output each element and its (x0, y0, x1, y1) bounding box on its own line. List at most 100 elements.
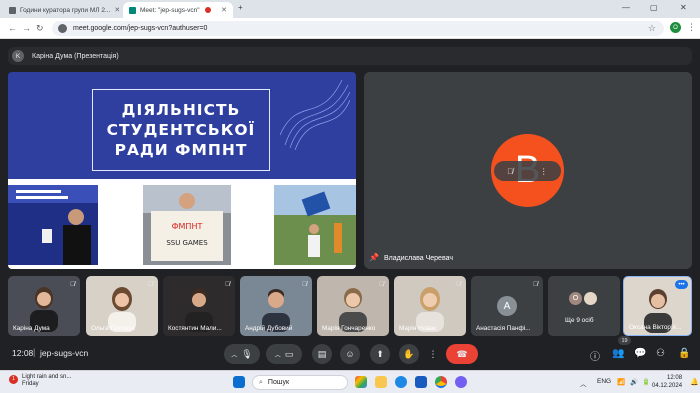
wifi-icon[interactable]: 📶 (617, 378, 625, 386)
search-label: Пошук (267, 379, 290, 386)
tile-hover-controls: 🎙̸ ⋮ (494, 161, 561, 181)
host-controls-icon[interactable]: 🔒 (678, 348, 690, 359)
tab-close-icon[interactable]: ✕ (217, 6, 227, 14)
search-icon: ⌕ (259, 378, 263, 386)
reload-icon[interactable]: ↻ (36, 23, 44, 34)
participant-name: Марія Гончаренко (322, 325, 376, 332)
participant-avatar: А (497, 296, 517, 316)
chat-icon[interactable]: 💬 (634, 348, 646, 359)
mic-off-icon: 🎙̸ (70, 281, 75, 288)
back-icon[interactable]: ← (8, 23, 17, 34)
mic-off-icon: 🎙̸ (148, 281, 153, 288)
browser-menu-icon[interactable]: ⋮ (687, 22, 696, 33)
mic-off-icon: 🎙̸ (379, 281, 384, 288)
tab-meet[interactable]: Meet: "jep-sugs-vcn" ✕ (123, 2, 233, 18)
mic-off-icon[interactable]: 🎙̸ (507, 167, 513, 176)
controls-separator: | (33, 347, 36, 357)
hand-icon: ✋ (403, 348, 415, 359)
slide-photo-flag (274, 185, 356, 265)
tab-title: Години куратора групи МЛ 2... (20, 6, 111, 14)
address-bar-row: ← → ↻ meet.google.com/jep-sugs-vcn?authu… (0, 18, 700, 39)
battery-icon[interactable]: 🔋 (642, 378, 650, 386)
presenter-label: Каріна Дума (Презентація) (32, 52, 119, 60)
presenter-avatar: K (12, 50, 24, 62)
self-view-menu-icon[interactable]: ••• (675, 280, 688, 289)
more-options-button[interactable]: ⋮ (425, 344, 441, 364)
url-text: meet.google.com/jep-sugs-vcn?authuser=0 (73, 25, 208, 32)
more-participants-tile[interactable]: О Ще 9 осіб (548, 276, 620, 336)
new-tab-button[interactable]: + (238, 3, 243, 12)
decorative-lines-icon (280, 80, 350, 150)
slide-photo-strip: ФМПНТ SSU GAMES (8, 179, 356, 269)
bookmark-star-icon[interactable]: ☆ (648, 23, 656, 34)
slide-title-line: ДІЯЛЬНІСТЬ (121, 101, 241, 119)
present-screen-icon: ⬆ (376, 348, 384, 359)
camera-button[interactable]: ︿ ▭ (266, 344, 302, 364)
participant-name: Костянтин Мали... (168, 325, 222, 332)
participant-tile[interactable]: А 🎙̸ Анастасія Панфі... (471, 276, 543, 336)
tray-chevron-icon[interactable]: ︿ (580, 378, 587, 388)
participant-tile[interactable]: 🎙̸ Марія Новак (394, 276, 466, 336)
mic-off-icon: 🎙̸ (533, 281, 538, 288)
raise-hand-button[interactable]: ✋ (399, 344, 419, 364)
chrome-icon[interactable] (435, 376, 447, 388)
meeting-controls: 12:08 | jep-sugs-vcn ︿ 🎙 ︿ ▭ ▤ ☺ ⬆ ✋ ⋮ ☎… (0, 340, 700, 368)
recording-dot-icon (205, 7, 212, 13)
url-field[interactable]: meet.google.com/jep-sugs-vcn?authuser=0 … (52, 21, 664, 36)
taskbar-search[interactable]: ⌕ Пошук (252, 375, 348, 390)
weather-text: Light rain and sn... Friday (10, 374, 71, 388)
language-indicator[interactable]: ENG (597, 378, 611, 385)
self-view-tile[interactable]: ••• Оксана Вікторія... (623, 276, 692, 336)
edge-icon[interactable] (395, 376, 407, 388)
pin-icon[interactable]: 📌 (369, 253, 379, 262)
participant-avatar: О (569, 292, 582, 305)
more-participants-label: Ще 9 осіб (565, 317, 594, 324)
slide-title: ДІЯЛЬНІСТЬ СТУДЕНТСЬКОЇ РАДИ ФМПНТ (92, 89, 270, 171)
captions-button[interactable]: ▤ (312, 344, 332, 364)
participant-tile[interactable]: 🎙̸ Андрій Дубовий (240, 276, 312, 336)
system-clock[interactable]: 12:08 04.12.2024 (652, 374, 682, 390)
present-button[interactable]: ⬆ (370, 344, 390, 364)
tab-kurator[interactable]: Години куратора групи МЛ 2... ✕ (3, 2, 119, 18)
word-icon[interactable] (415, 376, 427, 388)
chevron-up-icon: ︿ (274, 352, 281, 359)
emoji-button[interactable]: ☺ (340, 344, 360, 364)
presentation-slide[interactable]: ДІЯЛЬНІСТЬ СТУДЕНТСЬКОЇ РАДИ ФМПНТ ФМПНТ (8, 72, 356, 269)
slide-title-line: СТУДЕНТСЬКОЇ (106, 121, 256, 139)
weather-widget[interactable]: 1 Light rain and sn... Friday (9, 374, 71, 388)
copilot-icon[interactable] (355, 376, 367, 388)
weather-line2: Friday (22, 381, 39, 387)
file-explorer-icon[interactable] (375, 376, 387, 388)
mic-off-icon: 🎙̸ (302, 281, 307, 288)
browser-tab-strip: Години куратора групи МЛ 2... ✕ Meet: "j… (0, 0, 700, 18)
site-info-icon[interactable] (58, 24, 67, 33)
participant-name: Анастасія Панфі... (476, 325, 531, 332)
svg-text:ФМПНТ: ФМПНТ (172, 222, 203, 231)
profile-avatar[interactable]: O (670, 22, 681, 33)
maximize-icon[interactable]: ▢ (650, 3, 658, 12)
participant-name: Оксана Вікторія... (629, 324, 682, 331)
activities-icon[interactable]: ⚇ (656, 348, 665, 359)
participant-tile[interactable]: 🎙̸ Костянтин Мали... (163, 276, 235, 336)
participant-name: Ольга Поліщук (91, 325, 135, 332)
viber-icon[interactable] (455, 376, 467, 388)
participant-name: Каріна Дума (13, 325, 50, 332)
volume-icon[interactable]: 🔊 (630, 378, 638, 386)
participant-tile[interactable]: 🎙̸ Марія Гончаренко (317, 276, 389, 336)
participant-avatar-photo (584, 292, 597, 305)
participant-tile[interactable]: 🎙̸ Каріна Дума (8, 276, 80, 336)
mic-off-icon: 🎙̸ (456, 281, 461, 288)
participant-tile[interactable]: 🎙̸ Ольга Поліщук (86, 276, 158, 336)
meeting-info-icon[interactable]: ⓘ (590, 348, 600, 363)
minimize-icon[interactable]: — (622, 3, 630, 12)
more-options-icon[interactable]: ⋮ (540, 167, 548, 176)
camera-icon: ▭ (284, 348, 294, 359)
windows-start-icon[interactable] (233, 376, 245, 388)
people-icon[interactable]: 👥 (612, 348, 624, 359)
notifications-icon[interactable]: 🔔 (690, 378, 699, 386)
close-window-icon[interactable]: ✕ (680, 3, 687, 12)
microphone-button[interactable]: ︿ 🎙 (224, 344, 260, 364)
forward-icon[interactable]: → (22, 23, 31, 34)
tab-close-icon[interactable]: ✕ (110, 6, 119, 14)
leave-call-button[interactable]: ☎ (446, 344, 478, 364)
